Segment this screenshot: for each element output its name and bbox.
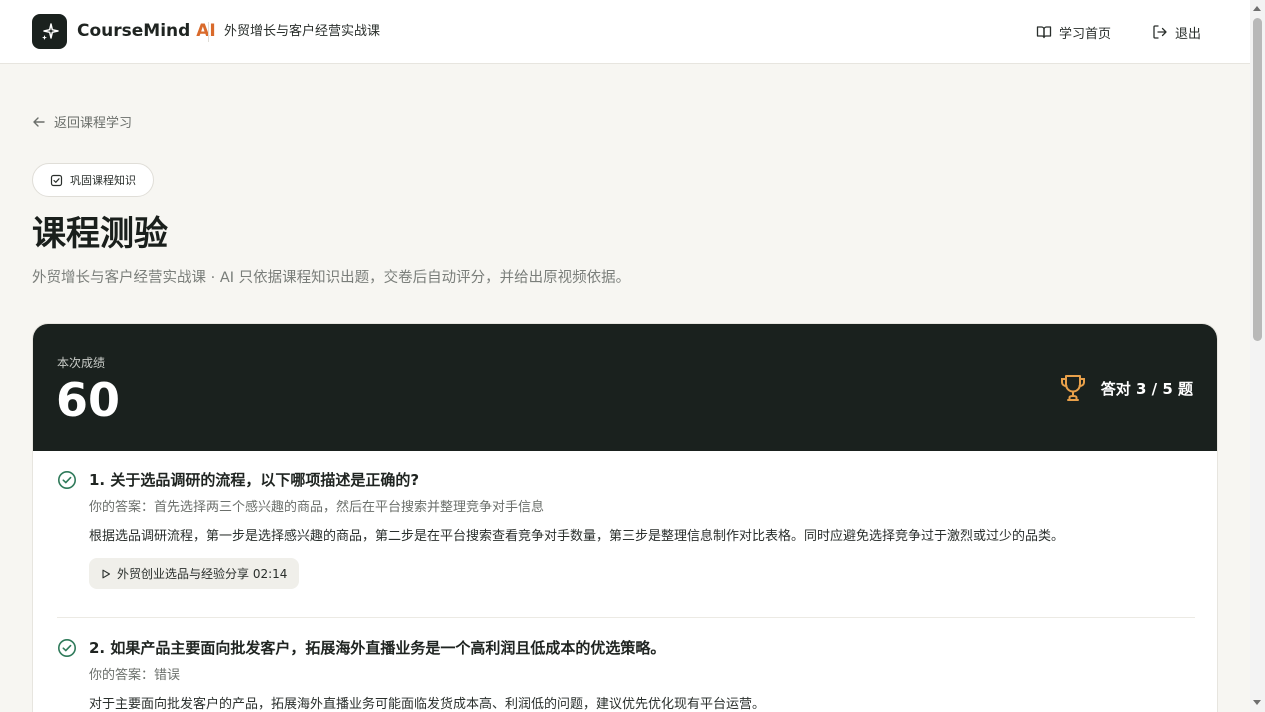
correct-count: 答对 3 / 5 题: [1057, 372, 1193, 404]
question-divider: [57, 617, 1195, 618]
question-title: 1. 关于选品调研的流程，以下哪项描述是正确的?: [89, 471, 420, 489]
correct-count-text: 答对 3 / 5 题: [1100, 379, 1193, 398]
reinforce-knowledge-badge: 巩固课程知识: [32, 163, 154, 197]
page-title: 课程测验: [32, 214, 168, 254]
nav-logout-link[interactable]: 退出: [1152, 22, 1201, 42]
brand-logo[interactable]: [32, 14, 67, 49]
header-course-name: 外贸增长与客户经营实战课: [224, 24, 381, 39]
page-scrollbar[interactable]: [1250, 0, 1265, 712]
scroll-down-icon[interactable]: [1253, 700, 1261, 705]
back-to-course-link[interactable]: 返回课程学习: [32, 112, 132, 131]
brand-name-text: CourseMind: [77, 21, 191, 41]
page-subtitle: 外贸增长与客户经营实战课 · AI 只依据课程知识出题，交卷后自动评分，并给出原…: [32, 270, 631, 286]
question-item-2: 2. 如果产品主要面向批发客户，拓展海外直播业务是一个高利润且低成本的优选策略。…: [57, 637, 1195, 712]
pill-label: 巩固课程知识: [70, 174, 136, 187]
score-label: 本次成绩: [57, 356, 106, 370]
nav-learning-home-link[interactable]: 学习首页: [1036, 22, 1111, 42]
scrollbar-thumb[interactable]: [1253, 18, 1262, 341]
score-value: 60: [56, 373, 121, 427]
play-icon: [102, 569, 111, 578]
logout-icon: [1153, 25, 1167, 39]
nav-home-label: 学习首页: [1059, 26, 1112, 42]
arrow-left-icon: [33, 116, 45, 127]
scroll-up-icon[interactable]: [1253, 6, 1261, 11]
checkbox-square-icon: [50, 174, 63, 186]
question-item-1: 1. 关于选品调研的流程，以下哪项描述是正确的? 你的答案：首先选择两三个感兴趣…: [57, 469, 1195, 589]
check-circle-icon: [58, 639, 76, 657]
video-source-button[interactable]: 外贸创业选品与经验分享 02:14: [89, 558, 300, 589]
question-explanation: 根据选品调研流程，第一步是选择感兴趣的商品，第二步是在平台搜索查看竞争对手数量，…: [89, 529, 1065, 544]
question-user-answer: 你的答案：首先选择两三个感兴趣的商品，然后在平台搜索并整理竞争对手信息: [89, 500, 545, 515]
top-header: CourseMind AI 外贸增长与客户经营实战课 学习首页 退出: [0, 0, 1250, 64]
question-user-answer: 你的答案：错误: [89, 668, 181, 683]
book-open-icon: [1036, 26, 1052, 39]
nav-exit-label: 退出: [1175, 26, 1202, 42]
video-source-label: 外贸创业选品与经验分享 02:14: [117, 567, 288, 581]
sparkle-icon: [41, 22, 59, 40]
header-divider: [208, 22, 209, 42]
question-explanation: 对于主要面向批发客户的产品，拓展海外直播业务可能面临发货成本高、利润低的问题，建…: [89, 697, 766, 712]
check-circle-icon: [58, 471, 76, 489]
score-banner: 本次成绩 60 答对 3 / 5 题: [33, 324, 1217, 451]
trophy-icon: [1060, 375, 1085, 401]
brand-name: CourseMind AI: [77, 20, 216, 42]
brand-ai-text: AI: [196, 21, 216, 41]
back-label: 返回课程学习: [54, 116, 133, 131]
question-title: 2. 如果产品主要面向批发客户，拓展海外直播业务是一个高利润且低成本的优选策略。: [89, 639, 666, 657]
quiz-result-card: 本次成绩 60 答对 3 / 5 题 1. 关于选品调研的流程，以下哪项描述是正…: [32, 323, 1218, 712]
